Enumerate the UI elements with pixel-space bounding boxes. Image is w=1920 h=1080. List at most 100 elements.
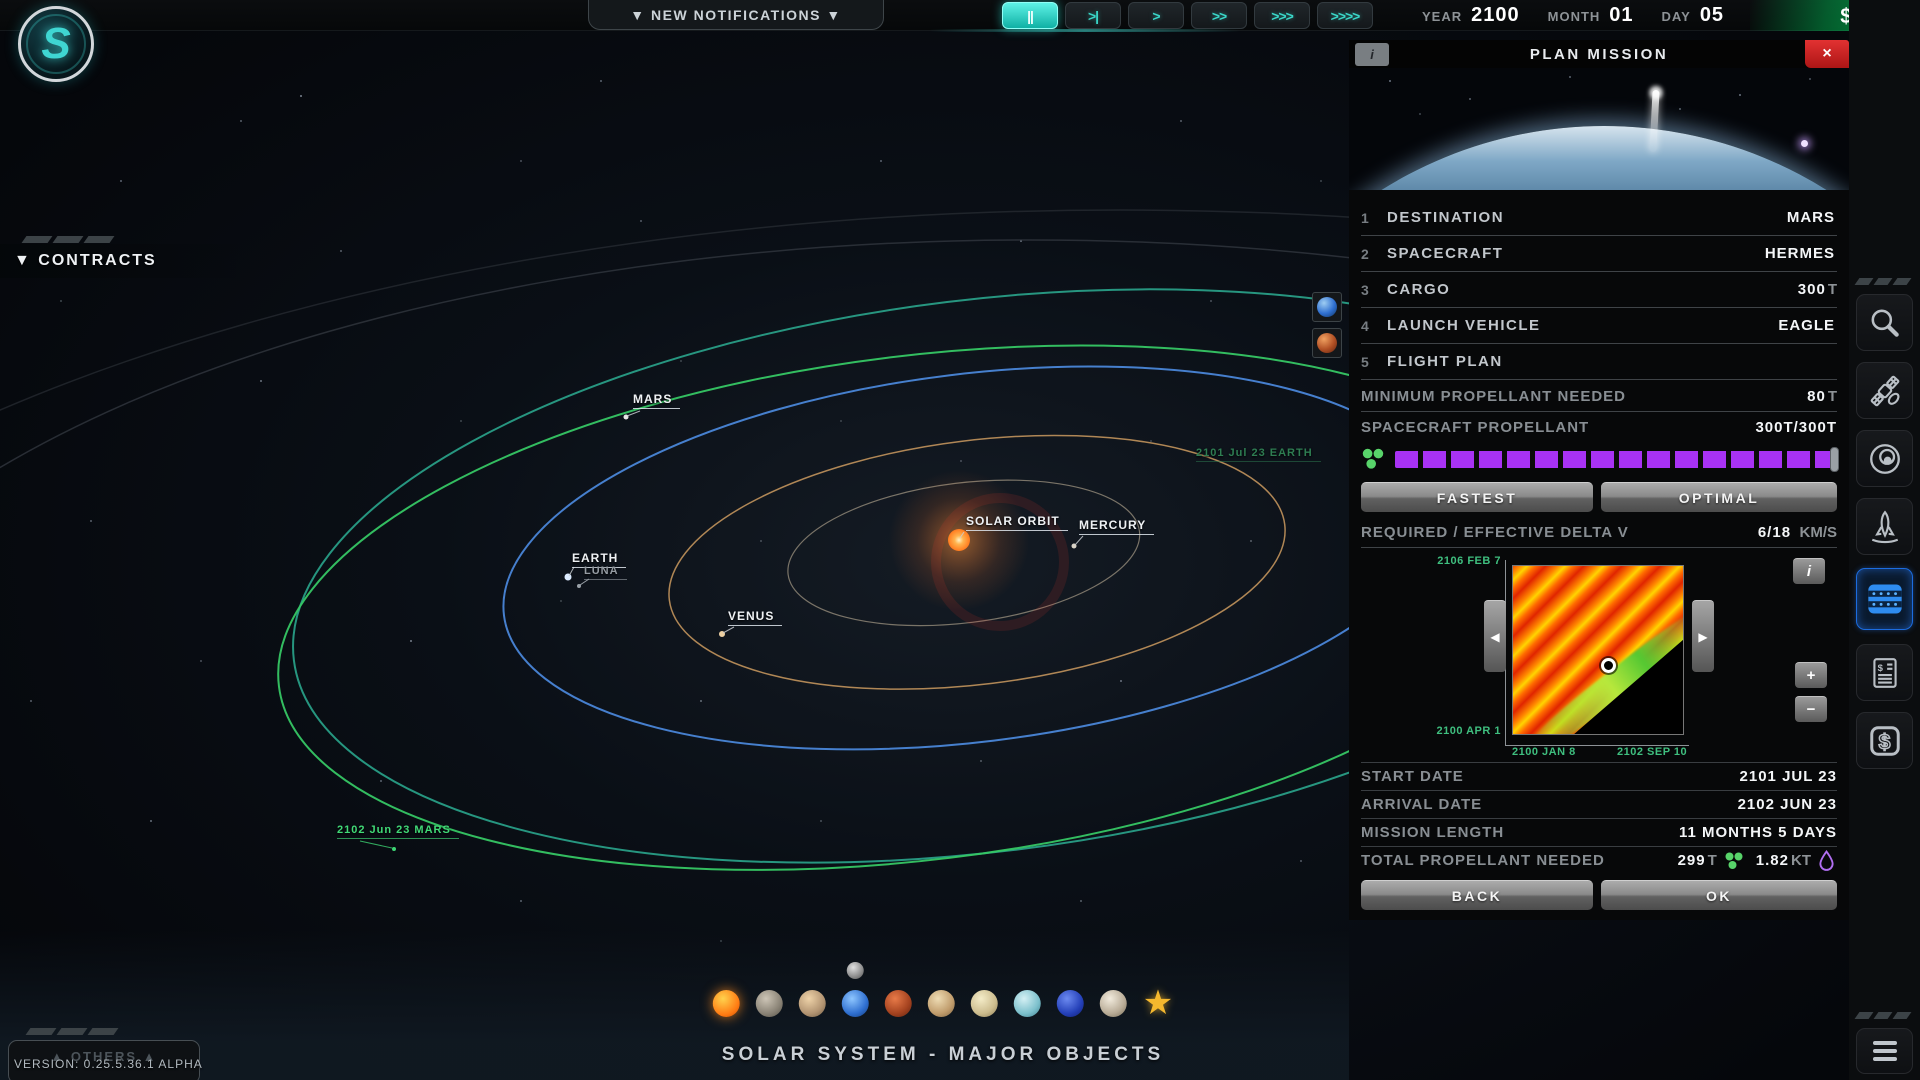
planet-uranus-icon[interactable] xyxy=(1013,990,1041,1017)
time-speed3-button[interactable]: >>> xyxy=(1254,2,1310,29)
favorite-star-icon[interactable]: ★ xyxy=(1143,986,1173,1020)
side-toolbar: $ $ xyxy=(1849,0,1920,1080)
mercury-label[interactable]: MERCURY xyxy=(1079,518,1155,535)
ok-button[interactable]: OK xyxy=(1601,880,1837,910)
porkchop-plot[interactable] xyxy=(1512,565,1684,735)
luna-label[interactable]: LUNA xyxy=(584,565,627,580)
mission-hero-image xyxy=(1349,68,1849,190)
planet-earth-group xyxy=(841,962,869,1017)
mission-modules-icon xyxy=(1867,584,1902,614)
second-launch-spot xyxy=(1801,140,1808,147)
contracts-ledger-button[interactable]: $ xyxy=(1856,644,1913,701)
focus-mars-button[interactable] xyxy=(1312,328,1342,358)
focus-earth-button[interactable] xyxy=(1312,292,1342,322)
svg-text:$: $ xyxy=(1877,662,1883,673)
porkchop-next-button[interactable]: ▶ xyxy=(1692,600,1714,672)
propellant-slider-handle[interactable] xyxy=(1830,446,1839,472)
close-button[interactable]: × xyxy=(1805,40,1849,68)
orbits-button[interactable] xyxy=(1856,430,1913,487)
planet-mars-icon[interactable] xyxy=(884,990,912,1017)
panel-title: PLAN MISSION xyxy=(1529,45,1669,63)
info-button[interactable]: i xyxy=(1355,43,1389,66)
propellant-slider[interactable] xyxy=(1395,446,1839,472)
earth-horizon xyxy=(1349,126,1849,190)
others-deco xyxy=(25,1028,119,1035)
finances-icon: $ xyxy=(1869,725,1900,756)
rocket-launch-icon xyxy=(1871,509,1898,543)
arrival-date-row: ARRIVAL DATE 2102 JUN 23 xyxy=(1361,790,1837,818)
orbit-icon xyxy=(1869,443,1900,474)
planet-mercury-icon[interactable] xyxy=(755,990,783,1017)
planet-earth-icon[interactable] xyxy=(841,990,869,1017)
toolbar-deco-bottom xyxy=(1854,1012,1912,1019)
date-day: DAY 05 xyxy=(1661,4,1725,26)
mars-thumbnail-icon xyxy=(1317,333,1337,353)
step-destination[interactable]: 1 DESTINATION MARS xyxy=(1361,200,1837,236)
planet-luna-icon[interactable] xyxy=(846,962,864,979)
spacecraft-propellant-row: SPACECRAFT PROPELLANT 300T/300T xyxy=(1361,418,1837,436)
planet-sun-icon[interactable] xyxy=(712,990,740,1017)
time-controls: || >| > >> >>> >>>> xyxy=(1002,2,1373,29)
porkchop-x-max-label: 2102 SEP 10 xyxy=(1617,746,1688,758)
time-speed4-button[interactable]: >>>> xyxy=(1317,2,1373,29)
porkchop-zoom-in-button[interactable]: + xyxy=(1795,662,1827,688)
menu-icon xyxy=(1872,1041,1897,1045)
venus-label[interactable]: VENUS xyxy=(728,609,783,626)
toolbar-deco-top xyxy=(1854,278,1912,285)
arrival-dot xyxy=(392,847,396,851)
time-speed2-button[interactable]: >> xyxy=(1191,2,1247,29)
step-spacecraft[interactable]: 2 SPACECRAFT HERMES xyxy=(1361,236,1837,272)
solar-orbit-label[interactable]: SOLAR ORBIT xyxy=(966,514,1068,531)
delta-v-row: REQUIRED / EFFECTIVE DELTA V 6/18 KM/S xyxy=(1361,518,1837,548)
transfer-arrival-label: 2102 Jun 23 MARS xyxy=(337,824,459,839)
game-date: YEAR 2100 MONTH 01 DAY 05 xyxy=(1422,0,1724,31)
step-launch-vehicle[interactable]: 4 LAUNCH VEHICLE EAGLE xyxy=(1361,308,1837,344)
contracts-deco xyxy=(21,236,115,243)
planet-saturn-icon[interactable] xyxy=(970,990,998,1017)
mission-length-row: MISSION LENGTH 11 MONTHS 5 DAYS xyxy=(1361,818,1837,846)
start-date-row: START DATE 2101 JUL 23 xyxy=(1361,762,1837,790)
finances-button[interactable]: $ xyxy=(1856,712,1913,769)
satellites-button[interactable] xyxy=(1856,362,1913,419)
fastest-button[interactable]: FASTEST xyxy=(1361,482,1593,512)
porkchop-prev-button[interactable]: ◀ xyxy=(1484,600,1506,672)
contracts-panel-header[interactable]: ▼ CONTRACTS xyxy=(0,236,250,278)
planet-pluto-icon[interactable] xyxy=(1099,990,1127,1017)
transfer-departure-label: 2101 Jul 23 EARTH xyxy=(1196,447,1321,462)
app-root: SOLAR ORBIT MERCURY VENUS EARTH LUNA MAR… xyxy=(0,0,1920,1080)
porkchop-y-max-label: 2106 FEB 7 xyxy=(1437,555,1501,567)
missions-button[interactable] xyxy=(1856,568,1913,630)
back-button[interactable]: BACK xyxy=(1361,880,1593,910)
porkchop-y-min-label: 2100 APR 1 xyxy=(1436,725,1501,737)
mars-label[interactable]: MARS xyxy=(633,392,681,409)
map-title: SOLAR SYSTEM - MAJOR OBJECTS xyxy=(721,1044,1165,1065)
planet-venus-icon[interactable] xyxy=(798,990,826,1017)
satellite-icon xyxy=(1870,375,1899,406)
time-step-button[interactable]: >| xyxy=(1065,2,1121,29)
planet-jupiter-icon[interactable] xyxy=(927,990,955,1017)
notifications-dropdown[interactable]: ▼ NEW NOTIFICATIONS ▼ xyxy=(588,0,884,30)
planet-neptune-icon[interactable] xyxy=(1056,990,1084,1017)
date-month: MONTH 01 xyxy=(1547,4,1634,26)
step-cargo[interactable]: 3 CARGO 300 T xyxy=(1361,272,1837,308)
porkchop-zoom-out-button[interactable]: − xyxy=(1795,696,1827,722)
plan-mission-panel: i PLAN MISSION × 1 DESTINATION MARS 2 SP… xyxy=(1349,40,1849,920)
porkchop-info-button[interactable]: i xyxy=(1793,558,1825,584)
date-year: YEAR 2100 xyxy=(1422,4,1520,26)
total-propellant-row: TOTAL PROPELLANT NEEDED 299 T 1.82 KT xyxy=(1361,846,1837,874)
earth-thumbnail-icon xyxy=(1317,297,1337,317)
step-flight-plan[interactable]: 5 FLIGHT PLAN xyxy=(1361,344,1837,380)
launch-button[interactable] xyxy=(1856,498,1913,555)
game-logo[interactable]: S xyxy=(18,6,94,82)
optimal-button[interactable]: OPTIMAL xyxy=(1601,482,1837,512)
version-text: VERSION: 0.25.5.36.1 ALPHA xyxy=(14,1057,203,1071)
search-button[interactable] xyxy=(1856,294,1913,351)
search-icon xyxy=(1871,309,1899,337)
sun[interactable] xyxy=(948,529,970,551)
earth-dot[interactable] xyxy=(564,573,572,581)
menu-button[interactable] xyxy=(1856,1028,1913,1074)
svg-text:$: $ xyxy=(1878,730,1890,753)
resource-green-icon xyxy=(1725,852,1743,869)
time-pause-button[interactable]: || xyxy=(1002,2,1058,29)
time-play-button[interactable]: > xyxy=(1128,2,1184,29)
